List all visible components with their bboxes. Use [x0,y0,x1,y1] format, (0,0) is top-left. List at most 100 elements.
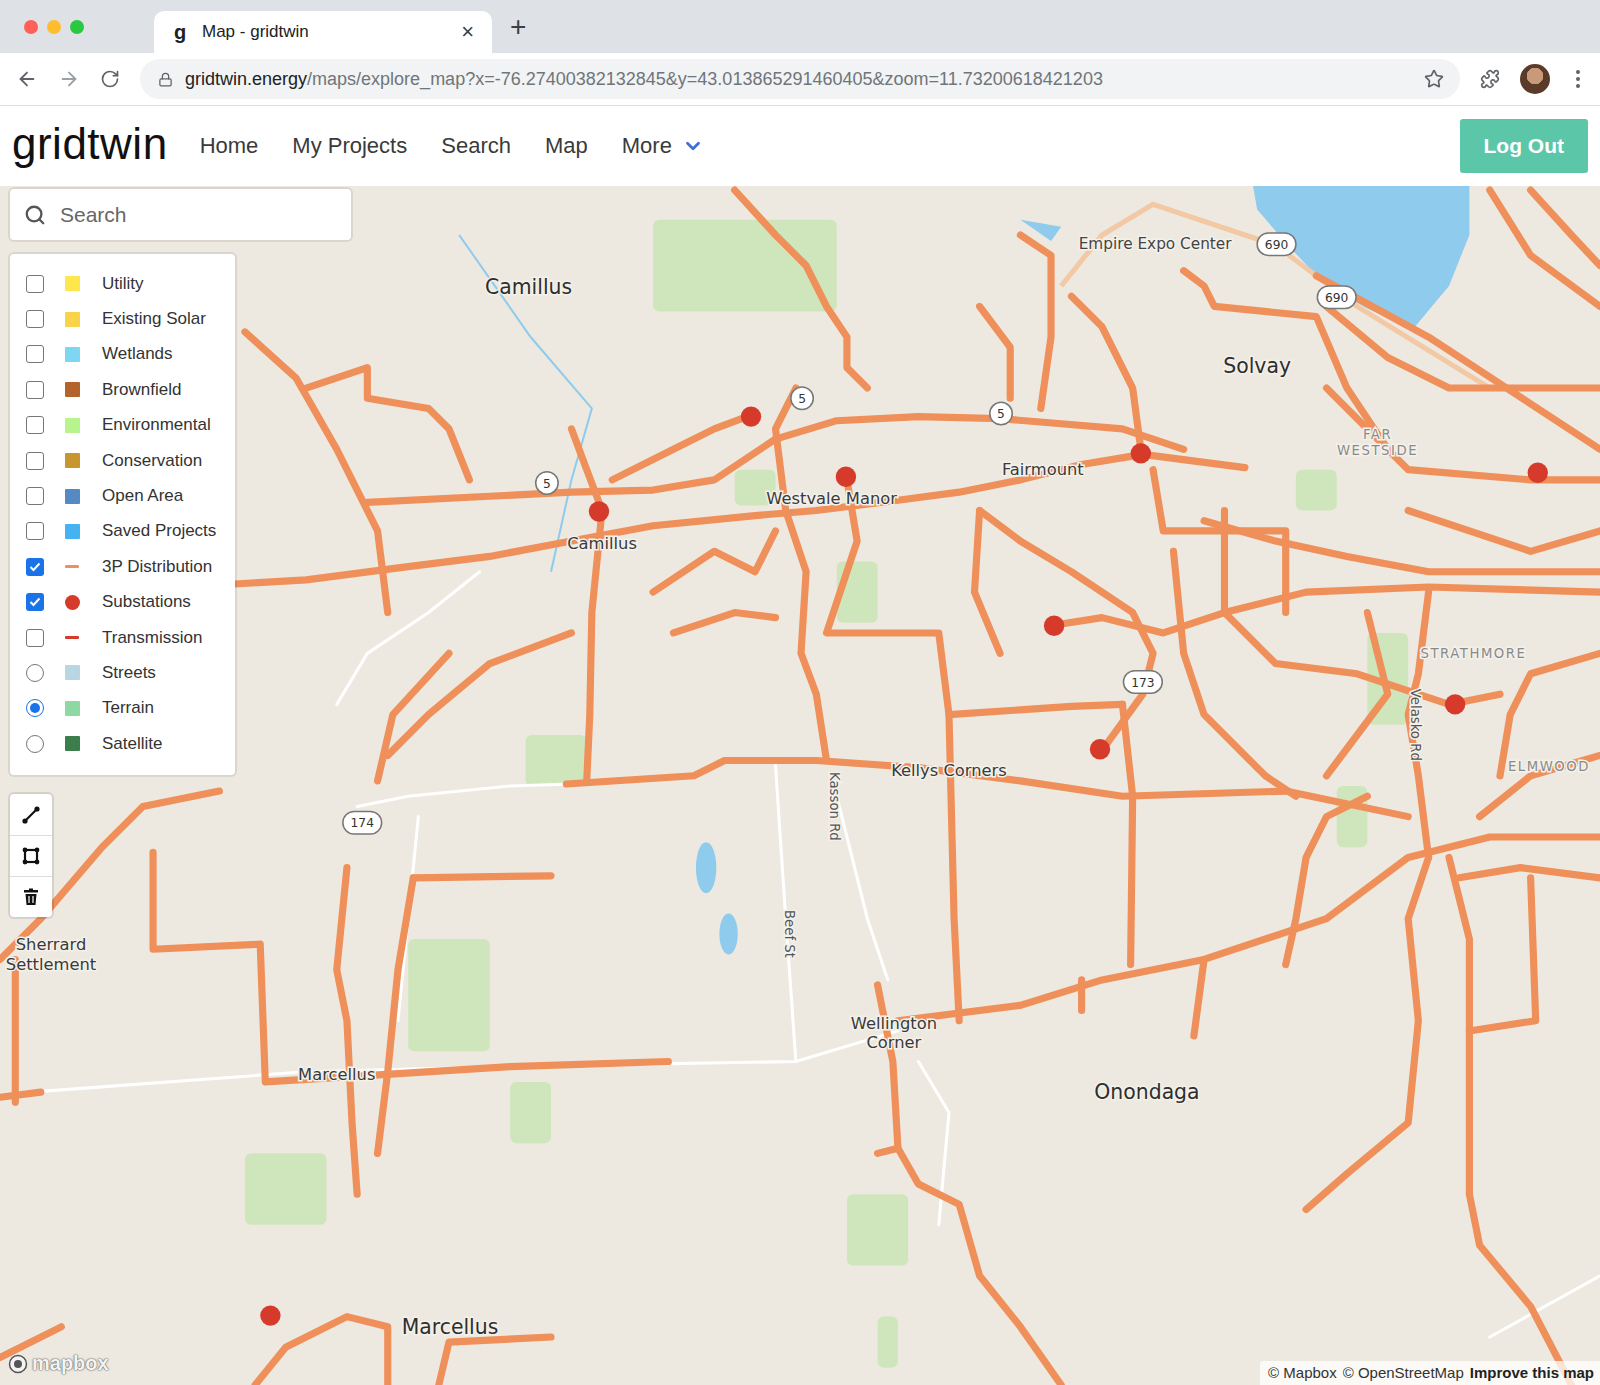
layer-row[interactable]: Environmental [26,408,235,443]
layer-checkbox[interactable] [26,558,44,576]
distribution-line[interactable] [12,959,19,1102]
distribution-line[interactable] [255,1317,388,1385]
logo[interactable]: gridtwin [12,119,168,169]
layer-checkbox[interactable] [26,522,44,540]
bookmark-star-icon[interactable] [1424,69,1444,89]
layer-row[interactable]: Conservation [26,443,235,478]
browser-tab[interactable]: gMap - gridtwin× [154,11,492,53]
distribution-line[interactable] [1469,878,1535,1031]
distribution-line[interactable] [306,368,469,480]
layer-row[interactable]: Streets [26,655,235,690]
distribution-line[interactable] [612,414,755,480]
substation-pin[interactable] [1044,616,1064,636]
distribution-line[interactable] [1173,551,1295,796]
nav-link[interactable]: Map [545,133,588,159]
distribution-line[interactable] [1056,587,1600,633]
new-tab-button[interactable]: + [510,13,526,41]
substation-pin[interactable] [260,1305,280,1325]
distribution-line[interactable] [898,837,1600,1021]
zoom-window-button[interactable] [70,20,84,34]
distribution-line[interactable] [439,1337,551,1385]
reload-button[interactable] [100,69,120,89]
distribution-line[interactable] [337,868,357,1195]
distribution-line[interactable] [378,653,449,781]
substation-pin[interactable] [589,501,609,521]
layer-checkbox[interactable] [26,310,44,328]
minimize-window-button[interactable] [47,20,61,34]
distribution-line[interactable] [1194,959,1204,1036]
layer-checkbox[interactable] [26,629,44,647]
distribution-line[interactable] [1531,190,1600,266]
distribution-line[interactable] [413,876,551,878]
distribution-line[interactable] [1408,592,1428,857]
distribution-line[interactable] [735,190,868,388]
layer-row[interactable]: Substations [26,585,235,620]
distribution-line[interactable] [1480,755,1600,816]
layer-checkbox[interactable] [26,381,44,399]
distribution-line[interactable] [1408,511,1600,552]
layer-row[interactable]: 3P Distribution [26,549,235,584]
distribution-line[interactable] [571,429,602,511]
distribution-line[interactable] [980,306,1011,398]
map-canvas[interactable]: 555690690174173CamillusEmpire Expo Cente… [0,186,1600,1385]
attribution-credit[interactable]: © OpenStreetMap [1343,1364,1464,1381]
map-search-input[interactable] [58,202,337,228]
layer-row[interactable]: Brownfield [26,372,235,407]
tab-close-button[interactable]: × [457,19,478,45]
extensions-button[interactable] [1480,69,1500,89]
distribution-line[interactable] [1306,857,1428,1209]
layer-row[interactable]: Utility [26,266,235,301]
distribution-line[interactable] [1469,1194,1571,1385]
distribution-line[interactable] [878,985,898,1153]
improve-map-link[interactable]: Improve this map [1470,1364,1594,1381]
substation-pin[interactable] [1528,463,1548,483]
distribution-line[interactable] [1224,511,1500,705]
mapbox-logo[interactable]: mapbox [8,1352,109,1375]
forward-button[interactable] [58,68,80,90]
distribution-line[interactable] [0,1092,41,1097]
distribution-line[interactable] [1020,235,1051,408]
distribution-line[interactable] [1449,857,1469,1194]
nav-link[interactable]: Home [200,133,259,159]
nav-link[interactable]: Search [441,133,511,159]
browser-menu-button[interactable] [1570,66,1586,92]
close-window-button[interactable] [24,20,38,34]
layer-checkbox[interactable] [26,593,44,611]
layer-checkbox[interactable] [26,275,44,293]
layer-radio[interactable] [26,664,44,682]
distribution-line[interactable] [980,511,1153,751]
layer-checkbox[interactable] [26,487,44,505]
substation-pin[interactable] [1445,694,1465,714]
distribution-line[interactable] [776,388,827,760]
layer-checkbox[interactable] [26,345,44,363]
distribution-line[interactable] [949,704,1122,714]
distribution-line[interactable] [898,1148,1061,1385]
layer-row[interactable]: Existing Solar [26,301,235,336]
draw-polygon-button[interactable] [10,835,52,876]
substation-pin[interactable] [1090,739,1110,759]
distribution-line[interactable] [1153,470,1286,613]
map[interactable]: 555690690174173CamillusEmpire Expo Cente… [0,186,1600,1385]
distribution-line[interactable] [1286,796,1368,964]
nav-link[interactable]: My Projects [292,133,407,159]
back-button[interactable] [16,68,38,90]
layer-row[interactable]: Wetlands [26,337,235,372]
distribution-line[interactable] [1459,868,1600,878]
distribution-line[interactable] [1500,653,1600,775]
distribution-line[interactable] [1490,190,1600,306]
nav-link[interactable]: More [622,133,704,159]
layer-row[interactable]: Terrain [26,691,235,726]
distribution-line[interactable] [673,613,775,633]
layer-row[interactable]: Transmission [26,620,235,655]
attribution-credit[interactable]: © Mapbox [1268,1364,1337,1381]
distribution-line[interactable] [653,531,775,592]
distribution-line[interactable] [827,480,960,1021]
substation-pin[interactable] [741,406,761,426]
address-bar[interactable]: gridtwin.energy/maps/explore_map?x=-76.2… [140,59,1460,99]
distribution-line[interactable] [1078,980,1085,1011]
layer-checkbox[interactable] [26,416,44,434]
distribution-line[interactable] [1122,704,1132,964]
layer-row[interactable]: Open Area [26,478,235,513]
distribution-line[interactable] [974,511,1000,654]
layer-row[interactable]: Satellite [26,726,235,761]
